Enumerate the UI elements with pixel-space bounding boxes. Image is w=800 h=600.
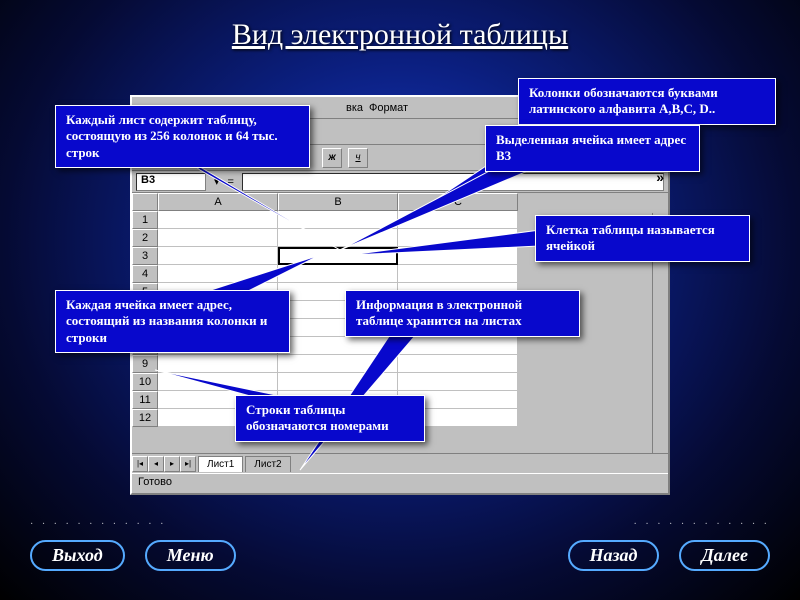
slide-nav-bar: Выход Меню Назад Далее <box>0 530 800 580</box>
callout-sheet-size: Каждый лист содержит таблицу, состоящую … <box>55 105 310 168</box>
decorative-dots: · · · · · · · · · · · · <box>30 519 166 530</box>
menu-button[interactable]: Меню <box>145 540 236 571</box>
callout-cell-name: Клетка таблицы называется ячейкой <box>535 215 750 262</box>
decorative-dots: · · · · · · · · · · · · <box>634 519 770 530</box>
callout-rows-numbers: Строки таблицы обозначаются номерами <box>235 395 425 442</box>
callout-columns-letters: Колонки обозначаются буквами латинского … <box>518 78 776 125</box>
callout-cell-address: Каждая ячейка имеет адрес, состоящий из … <box>55 290 290 353</box>
back-button[interactable]: Назад <box>568 540 660 571</box>
exit-button[interactable]: Выход <box>30 540 125 571</box>
callout-selected-address: Выделенная ячейка имеет адрес B3 <box>485 125 700 172</box>
next-button[interactable]: Далее <box>679 540 770 571</box>
callout-info-sheets: Информация в электронной таблице хранитс… <box>345 290 580 337</box>
